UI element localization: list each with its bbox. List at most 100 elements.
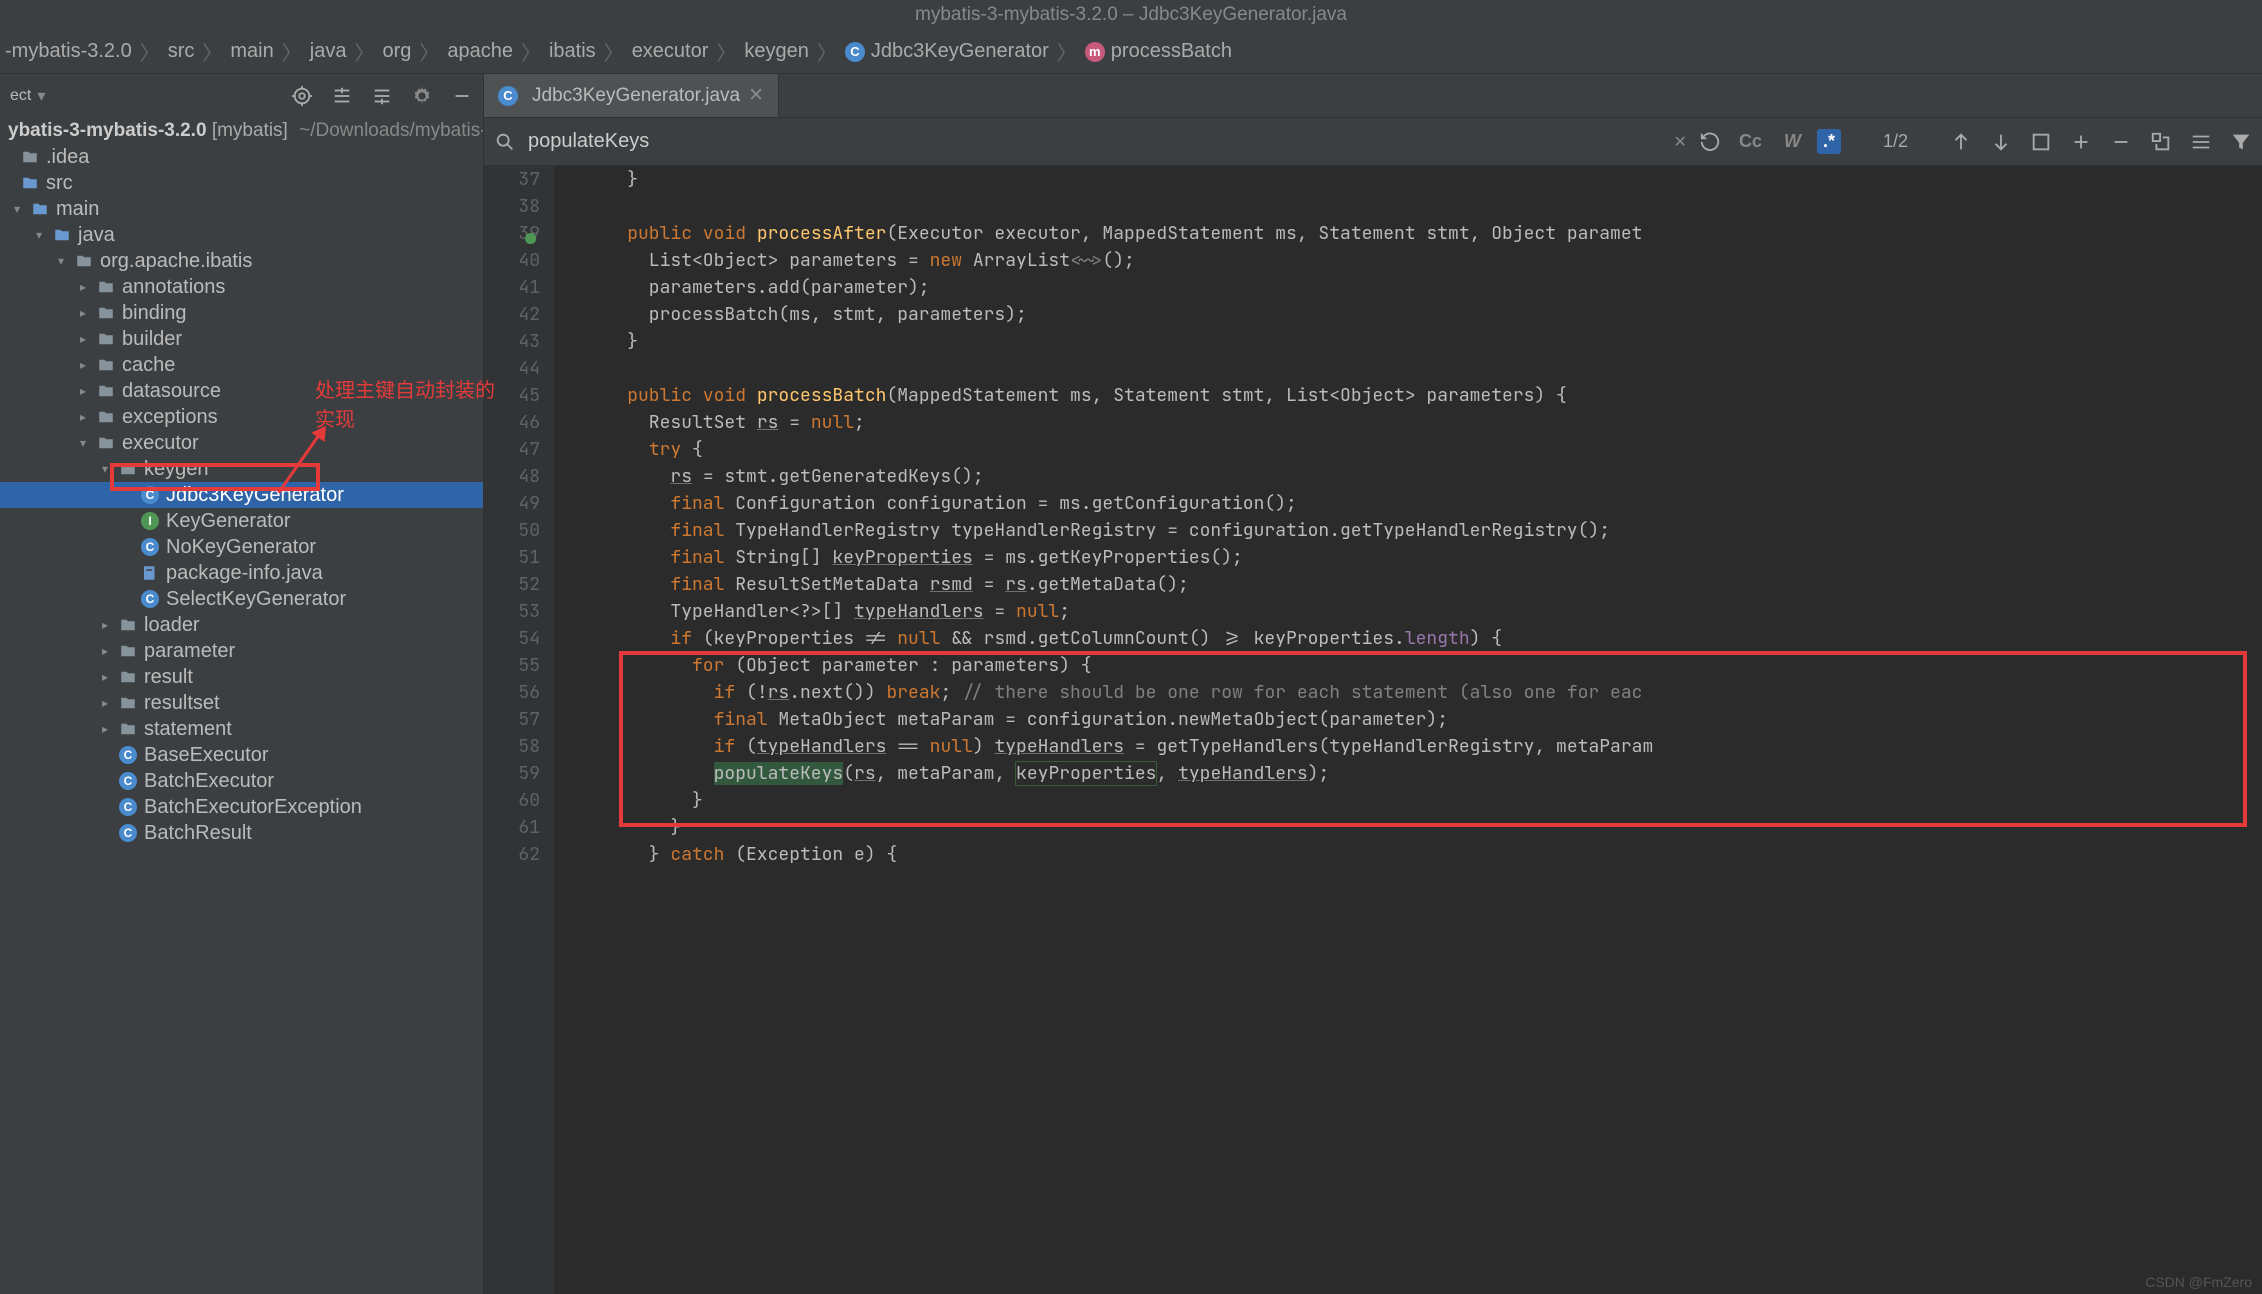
code-line[interactable] [584,355,2262,382]
tree-item[interactable]: IKeyGenerator [0,508,483,534]
next-match-icon[interactable] [1990,131,2012,153]
tree-arrow-icon[interactable]: ▸ [102,618,118,632]
code-line[interactable]: final TypeHandlerRegistry typeHandlerReg… [584,517,2262,544]
breadcrumb-item[interactable]: apache [447,40,513,63]
code-line[interactable]: parameters.add(parameter); [584,274,2262,301]
code-line[interactable]: final MetaObject metaParam = configurati… [584,706,2262,733]
tree-item[interactable]: ▸parameter [0,638,483,664]
code-line[interactable]: } catch (Exception e) { [584,841,2262,868]
tree-item[interactable]: ▸builder [0,326,483,352]
breadcrumb-item[interactable]: mprocessBatch [1085,40,1232,63]
breadcrumb-item[interactable]: org [382,40,411,63]
breadcrumb-item[interactable]: ibatis [549,40,596,63]
code-line[interactable]: if (keyProperties != null && rsmd.getCol… [584,625,2262,652]
code-line[interactable]: } [584,328,2262,355]
tree-item[interactable]: CNoKeyGenerator [0,534,483,560]
code-line[interactable]: rs = stmt.getGeneratedKeys(); [584,463,2262,490]
tree-arrow-icon[interactable]: ▾ [80,436,96,450]
gear-icon[interactable] [411,85,433,107]
breadcrumb-item[interactable]: CJdbc3KeyGenerator [845,40,1049,63]
tree-item[interactable]: ▾main [0,196,483,222]
tree-arrow-icon[interactable]: ▸ [80,280,96,294]
code-line[interactable]: try { [584,436,2262,463]
code-line[interactable]: final String[] keyProperties = ms.getKey… [584,544,2262,571]
tree-arrow-icon[interactable]: ▾ [102,462,118,476]
code-line[interactable]: List<Object> parameters = new ArrayList<… [584,247,2262,274]
breadcrumb-item[interactable]: keygen [744,40,809,63]
history-icon[interactable] [1699,131,1721,153]
expand-icon[interactable] [331,85,353,107]
code-line[interactable]: } [584,787,2262,814]
code-line[interactable]: final Configuration configuration = ms.g… [584,490,2262,517]
tree-item[interactable]: ▸loader [0,612,483,638]
tree-arrow-icon[interactable]: ▾ [36,228,52,242]
tree-item[interactable]: ▸statement [0,716,483,742]
clear-icon[interactable]: ✕ [1674,132,1687,152]
tree-item[interactable]: CBatchExecutorException [0,794,483,820]
find-input[interactable] [528,130,1662,153]
search-icon[interactable] [494,131,516,153]
code-line[interactable]: public void processAfter(Executor execut… [584,220,2262,247]
override-marker-icon[interactable]: ● [522,226,536,240]
tree-item[interactable]: CSelectKeyGenerator [0,586,483,612]
code-line[interactable]: final ResultSetMetaData rsmd = rs.getMet… [584,571,2262,598]
breadcrumb-item[interactable]: src [168,40,195,63]
code-line[interactable]: populateKeys(rs, metaParam, keyPropertie… [584,760,2262,787]
project-root[interactable]: ybatis-3-mybatis-3.2.0 [mybatis] ~/Downl… [0,118,483,144]
regex-toggle[interactable]: .* [1817,129,1841,154]
tree-item[interactable]: ▸cache [0,352,483,378]
tree-arrow-icon[interactable]: ▸ [102,644,118,658]
chevron-down-icon[interactable]: ▾ [37,86,45,106]
tree-item[interactable]: ▸resultset [0,690,483,716]
tree-arrow-icon[interactable]: ▸ [102,696,118,710]
words-toggle[interactable]: W [1778,129,1807,154]
tree-arrow-icon[interactable]: ▸ [80,384,96,398]
code-line[interactable]: } [584,166,2262,193]
remove-selection-icon[interactable] [2110,131,2132,153]
code-line[interactable]: if (!rs.next()) break; // there should b… [584,679,2262,706]
editor-tab[interactable]: C Jdbc3KeyGenerator.java ✕ [484,74,779,117]
code-line[interactable]: processBatch(ms, stmt, parameters); [584,301,2262,328]
code-line[interactable]: for (Object parameter : parameters) { [584,652,2262,679]
tree-item[interactable]: ▸exceptions [0,404,483,430]
tree-arrow-icon[interactable]: ▾ [14,202,30,216]
select-occurrences-icon[interactable] [2150,131,2172,153]
code-line[interactable]: public void processBatch(MappedStatement… [584,382,2262,409]
breadcrumb-item[interactable]: -mybatis-3.2.0 [5,40,132,63]
filter-icon[interactable] [2230,131,2252,153]
code-line[interactable]: TypeHandler<?>[] typeHandlers = null; [584,598,2262,625]
tree-item[interactable]: ▾java [0,222,483,248]
target-icon[interactable] [291,85,313,107]
code-line[interactable]: } [584,814,2262,841]
code-content[interactable]: } public void processAfter(Executor exec… [554,166,2262,1294]
tree-item[interactable]: ▸result [0,664,483,690]
breadcrumb-item[interactable]: java [310,40,347,63]
tree-item[interactable]: ▾executor [0,430,483,456]
code-line[interactable]: if (typeHandlers == null) typeHandlers =… [584,733,2262,760]
prev-match-icon[interactable] [1950,131,1972,153]
minimize-icon[interactable] [451,85,473,107]
tree-arrow-icon[interactable]: ▸ [80,332,96,346]
tree-arrow-icon[interactable]: ▸ [102,670,118,684]
tree-item[interactable]: src [0,170,483,196]
tree-arrow-icon[interactable]: ▸ [80,306,96,320]
add-selection-icon[interactable] [2070,131,2092,153]
breadcrumb-item[interactable]: main [230,40,273,63]
tree-arrow-icon[interactable]: ▸ [80,410,96,424]
code-line[interactable] [584,193,2262,220]
sidebar-view-selector[interactable]: ect [10,87,31,105]
breadcrumb-item[interactable]: executor [632,40,709,63]
code-line[interactable]: ResultSet rs = null; [584,409,2262,436]
tree-item[interactable]: ▸annotations [0,274,483,300]
tree-item[interactable]: ▾org.apache.ibatis [0,248,483,274]
more-options-icon[interactable] [2190,131,2212,153]
tree-item[interactable]: CBatchResult [0,820,483,846]
tree-item[interactable]: .idea [0,144,483,170]
tree-arrow-icon[interactable]: ▾ [58,254,74,268]
tree-item[interactable]: CJdbc3KeyGenerator [0,482,483,508]
tree-item[interactable]: ▸datasource [0,378,483,404]
match-case-toggle[interactable]: Cc [1733,129,1768,154]
tree-arrow-icon[interactable]: ▸ [102,722,118,736]
code-editor[interactable]: 373839●404142434445464748495051525354555… [484,166,2262,1294]
select-all-icon[interactable] [2030,131,2052,153]
